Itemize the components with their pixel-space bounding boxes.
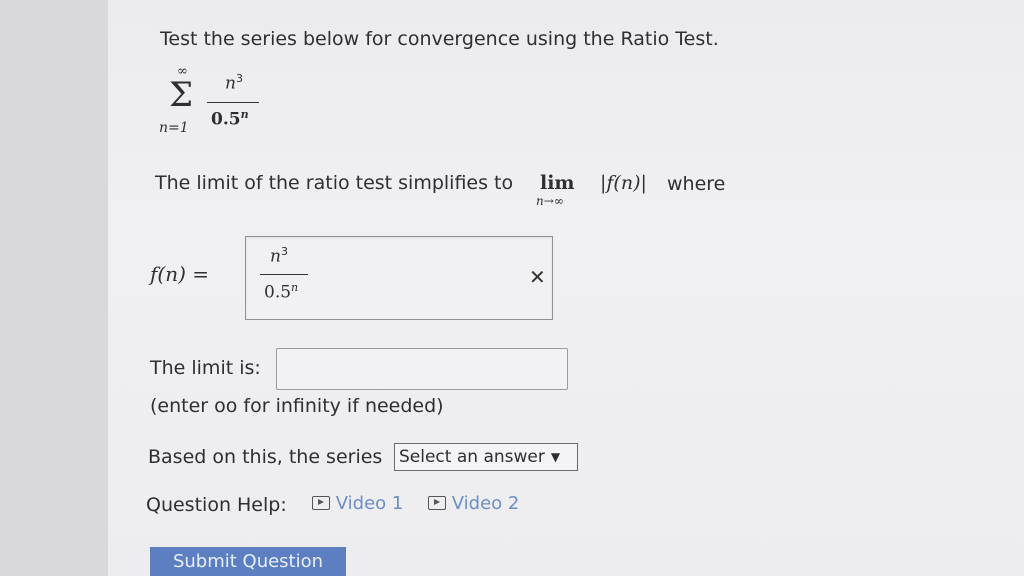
fn-numerator-exp: 3: [280, 245, 288, 258]
video-2-link[interactable]: Video 2: [428, 493, 519, 514]
series-fraction-bar: [207, 102, 259, 103]
chevron-down-icon: ▼: [550, 450, 561, 464]
sum-symbol: Σ: [169, 75, 194, 115]
question-prompt: Test the series below for convergence us…: [160, 28, 719, 50]
limit-sentence: The limit of the ratio test simplifies t…: [155, 172, 514, 194]
where-word: where: [667, 173, 726, 195]
select-value: Select an answer: [399, 447, 545, 467]
video-1-link[interactable]: Video 1: [312, 493, 403, 514]
video-2-label: Video 2: [451, 493, 520, 514]
fn-numerator-base: n: [270, 246, 281, 267]
video-1-label: Video 1: [335, 493, 404, 514]
video-icon: [312, 496, 330, 510]
fn-denominator-base: 0.5: [264, 282, 292, 303]
series-result-label: Based on this, the series: [148, 446, 383, 468]
fn-answer-box[interactable]: n3 0.5n ✕: [245, 236, 553, 320]
series-numerator-exp: 3: [235, 72, 243, 85]
fn-denominator-exp: n: [291, 281, 299, 294]
series-denominator-exp: n: [240, 108, 249, 121]
question-help-label: Question Help:: [146, 494, 287, 516]
limit-input[interactable]: [276, 348, 568, 390]
fn-fraction-bar: [260, 274, 308, 275]
sum-lower-limit: n=1: [159, 120, 189, 136]
series-denominator-base: 0.5: [211, 109, 241, 130]
fn-label: f(n) =: [150, 262, 210, 286]
lim-word: lim: [540, 172, 575, 194]
series-numerator-base: n: [225, 73, 236, 94]
x-icon: ✕: [529, 265, 546, 289]
video-icon: [428, 496, 446, 510]
series-result-select[interactable]: Select an answer ▼: [394, 443, 578, 471]
limit-hint: (enter oo for infinity if needed): [150, 395, 444, 417]
submit-question-button[interactable]: Submit Question: [150, 547, 346, 576]
lim-subscript: n→∞: [536, 194, 564, 208]
limit-label: The limit is:: [150, 357, 261, 379]
abs-f-expression: |f(n)|: [600, 172, 647, 194]
series-expression: ∞ Σ n=1 n3 0.5n: [155, 62, 275, 142]
